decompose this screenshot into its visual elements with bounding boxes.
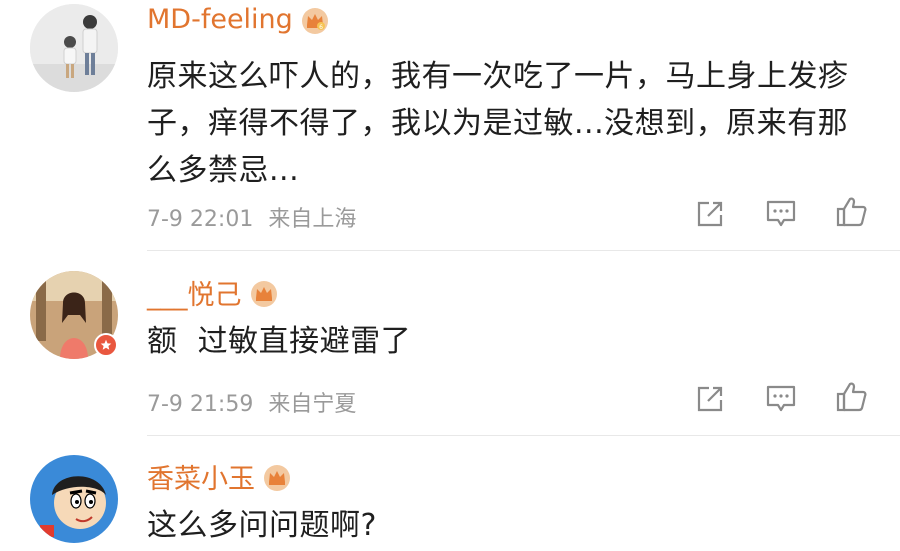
comment-location: 来自宁夏 (268, 392, 357, 417)
username[interactable]: MD-feeling 6 (147, 4, 328, 35)
comment-text: 原来这么吓人的，我有一次吃了一片，马上身上发疹子，痒得不得了，我以为是过敏...… (147, 59, 849, 188)
comment-meta: 7-9 22:01 来自上海 (147, 201, 356, 233)
comment-location: 来自上海 (268, 207, 357, 232)
comment-text: 这么多问问题啊? (147, 508, 377, 543)
comment-button[interactable] (763, 382, 799, 416)
divider (147, 435, 900, 436)
avatar[interactable] (30, 4, 118, 92)
share-button[interactable] (692, 197, 728, 231)
comment-text: 额 过敏直接避雷了 (147, 324, 412, 359)
username-label: ___悦己 (147, 280, 242, 311)
like-button[interactable] (834, 380, 870, 414)
comment-icon (766, 200, 796, 227)
divider (147, 250, 900, 251)
star-icon (100, 339, 112, 350)
like-icon (836, 197, 867, 227)
crown-icon (263, 464, 290, 491)
like-button[interactable] (834, 195, 870, 229)
like-icon (836, 382, 867, 412)
share-button[interactable] (692, 382, 728, 416)
share-icon (697, 201, 723, 227)
username-label: 香菜小玉 (147, 464, 255, 495)
username[interactable]: 香菜小玉 (147, 457, 290, 496)
comment-button[interactable] (763, 197, 799, 231)
comment-time: 7-9 21:59 (147, 392, 254, 417)
comment-meta: 7-9 21:59 来自宁夏 (147, 386, 356, 418)
crown-icon (250, 280, 277, 307)
username-label: MD-feeling (147, 4, 293, 35)
svg-text:6: 6 (319, 24, 323, 31)
comment-time: 7-9 22:01 (147, 207, 254, 232)
crown-icon: 6 (301, 7, 328, 34)
share-icon (697, 386, 723, 412)
verified-badge (94, 333, 118, 357)
avatar[interactable] (30, 455, 118, 543)
username[interactable]: ___悦己 (147, 273, 277, 312)
comment-icon (766, 385, 796, 412)
